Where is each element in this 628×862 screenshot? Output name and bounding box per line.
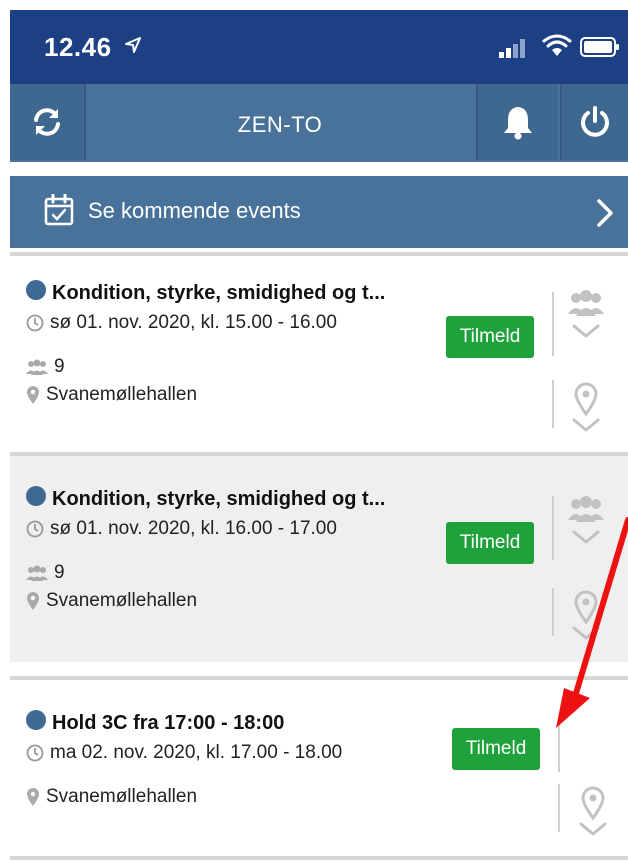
page-title: ZEN-TO [237, 112, 323, 137]
event-title: Hold 3C fra 17:00 - 18:00 [52, 712, 285, 734]
participant-count: 9 [54, 356, 65, 377]
bell-icon [504, 107, 532, 140]
wifi-icon [542, 34, 572, 56]
event-datetime-text: sø 01. nov. 2020, kl. 15.00 - 16.00 [50, 312, 337, 333]
signup-button[interactable]: Tilmeld [446, 316, 534, 358]
event-card[interactable]: Kondition, styrke, smidighed og t... sø … [10, 252, 628, 452]
status-dot [26, 710, 46, 730]
upcoming-events-label: Se kommende events [88, 198, 301, 223]
calendar-check-icon [44, 194, 74, 226]
status-time: 12.46 [44, 32, 112, 62]
divider [552, 380, 554, 428]
divider [552, 292, 554, 356]
event-title: Kondition, styrke, smidighed og t... [52, 282, 386, 304]
event-datetime: sø 01. nov. 2020, kl. 16.00 - 17.00 [26, 518, 337, 540]
divider [10, 856, 628, 860]
divider [558, 784, 560, 832]
event-datetime: ma 02. nov. 2020, kl. 17.00 - 18.00 [26, 742, 342, 764]
map-pin-icon [27, 386, 39, 404]
chevron-right-icon [597, 199, 613, 227]
refresh-button[interactable] [10, 84, 86, 160]
app-header: ZEN-TO [10, 84, 628, 162]
divider [552, 496, 554, 560]
location-expand-icon[interactable] [573, 786, 613, 846]
signal-icon [499, 39, 525, 58]
signup-button[interactable]: Tilmeld [446, 522, 534, 564]
divider [10, 452, 628, 456]
battery-icon [580, 37, 619, 57]
divider [10, 676, 628, 680]
status-bar: 12.46 [10, 10, 628, 84]
location-text: Svanemøllehallen [46, 384, 198, 405]
map-pin-icon [27, 592, 39, 610]
location-text: Svanemøllehallen [46, 590, 198, 611]
divider [552, 588, 554, 636]
power-icon [581, 106, 609, 137]
clock-icon [26, 744, 44, 762]
event-datetime: sø 01. nov. 2020, kl. 15.00 - 16.00 [26, 312, 337, 334]
divider [558, 718, 560, 772]
location-expand-icon[interactable] [566, 590, 606, 650]
map-pin-icon [27, 788, 39, 806]
location-arrow-icon [125, 37, 141, 53]
event-location: Svanemøllehallen [26, 786, 197, 808]
event-title: Kondition, styrke, smidighed og t... [52, 488, 386, 510]
clock-icon [26, 314, 44, 332]
participants-expand-icon[interactable] [566, 494, 606, 554]
logout-button[interactable] [560, 84, 628, 160]
divider [10, 252, 628, 256]
notifications-button[interactable] [476, 84, 558, 160]
clock-icon [26, 520, 44, 538]
location-expand-icon[interactable] [566, 382, 606, 442]
status-dot [26, 280, 46, 300]
event-participants: 9 [26, 356, 65, 378]
event-datetime-text: ma 02. nov. 2020, kl. 17.00 - 18.00 [50, 742, 343, 763]
status-dot [26, 486, 46, 506]
participant-count: 9 [54, 562, 65, 583]
upcoming-events-link[interactable]: Se kommende events [10, 176, 628, 248]
refresh-icon [34, 108, 60, 136]
event-location: Svanemøllehallen [26, 590, 197, 612]
location-text: Svanemøllehallen [46, 786, 198, 807]
signup-button[interactable]: Tilmeld [452, 728, 540, 770]
event-card[interactable]: Hold 3C fra 17:00 - 18:00 ma 02. nov. 20… [10, 676, 628, 862]
event-location: Svanemøllehallen [26, 384, 197, 406]
group-icon [26, 359, 48, 375]
participants-expand-icon[interactable] [566, 288, 606, 348]
event-datetime-text: sø 01. nov. 2020, kl. 16.00 - 17.00 [50, 518, 337, 539]
event-participants: 9 [26, 562, 65, 584]
event-card[interactable]: Kondition, styrke, smidighed og t... sø … [10, 452, 628, 662]
group-icon [26, 565, 48, 581]
